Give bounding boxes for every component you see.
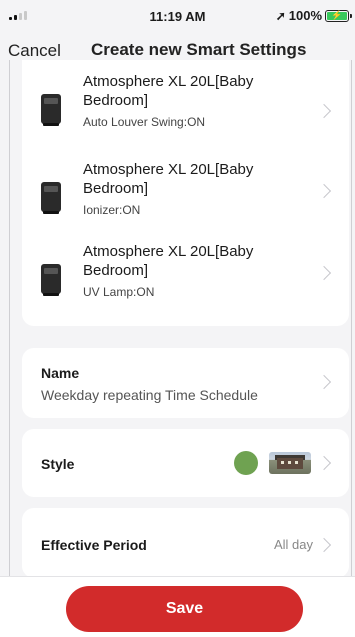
page-title: Create new Smart Settings — [91, 40, 307, 59]
device-action: Auto Louver Swing:ON — [83, 115, 206, 129]
device-actions-card: Atmosphere XL 20L[Baby Bedroom] Auto Lou… — [22, 60, 349, 326]
air-purifier-icon — [41, 264, 61, 296]
name-value: Weekday repeating Time Schedule — [41, 387, 258, 403]
device-action-item[interactable]: Atmosphere XL 20L[Baby Bedroom] Ionizer:… — [22, 160, 349, 240]
style-color-swatch — [234, 451, 258, 475]
divider — [9, 60, 10, 637]
device-action: Ionizer:ON — [83, 203, 141, 217]
battery-percent: 100% — [288, 8, 322, 23]
device-name: Atmosphere XL 20L[Baby Bedroom] — [83, 161, 254, 197]
device-action-item[interactable]: Atmosphere XL 20L[Baby Bedroom] Auto Lou… — [22, 72, 349, 152]
effective-period-label: Effective Period — [41, 537, 147, 553]
chevron-right-icon — [316, 265, 332, 281]
effective-period-row[interactable]: Effective Period All day — [22, 508, 349, 578]
location-arrow-icon: ➚ — [275, 8, 286, 23]
device-action-item[interactable]: Atmosphere XL 20L[Baby Bedroom] UV Lamp:… — [22, 242, 349, 322]
air-purifier-icon — [41, 94, 61, 126]
house-image-icon — [269, 452, 311, 474]
style-label: Style — [41, 456, 75, 472]
name-row[interactable]: Name Weekday repeating Time Schedule — [22, 348, 349, 418]
style-row[interactable]: Style — [22, 429, 349, 497]
device-name: Atmosphere XL 20L[Baby Bedroom] — [83, 73, 254, 109]
save-button[interactable]: Save — [66, 586, 303, 632]
status-bar: 11:19 AM ➚ 100% ⚡ — [0, 0, 355, 30]
chevron-right-icon — [316, 455, 332, 471]
name-label: Name — [41, 365, 80, 381]
battery-icon: ⚡ — [325, 9, 352, 22]
device-action: UV Lamp:ON — [83, 285, 155, 299]
cancel-button[interactable]: Cancel — [8, 41, 61, 61]
divider — [351, 60, 352, 637]
chevron-right-icon — [316, 374, 332, 390]
footer-bar: Save — [0, 576, 355, 637]
device-name: Atmosphere XL 20L[Baby Bedroom] — [83, 243, 254, 279]
chevron-right-icon — [316, 537, 332, 553]
chevron-right-icon — [316, 183, 332, 199]
chevron-right-icon — [316, 103, 332, 119]
effective-period-value: All day — [273, 537, 313, 552]
air-purifier-icon — [41, 182, 61, 214]
